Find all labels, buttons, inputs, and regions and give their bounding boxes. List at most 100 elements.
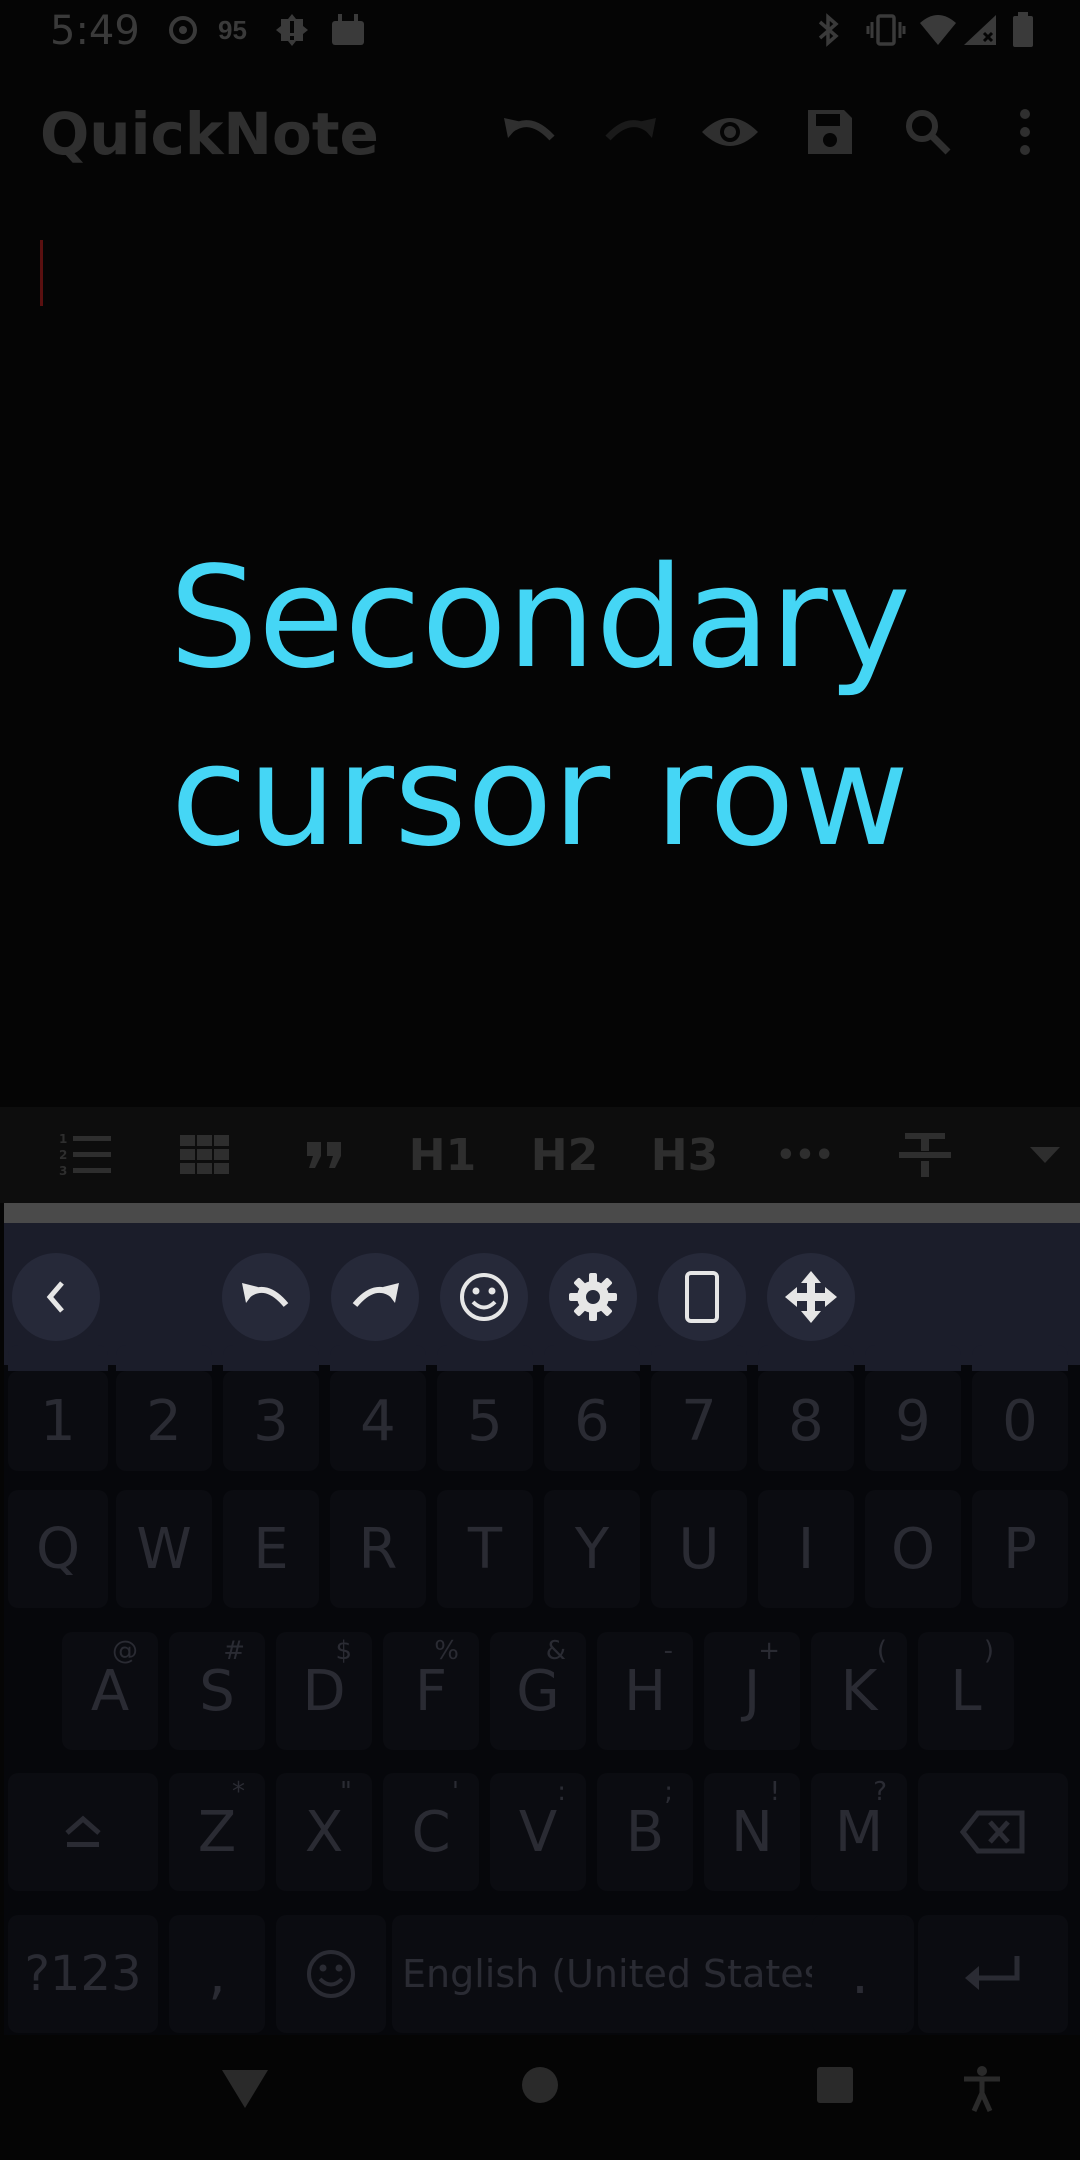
key-hint: # xyxy=(223,1636,245,1666)
key-x[interactable]: X " xyxy=(276,1773,372,1891)
key-c[interactable]: C ' xyxy=(383,1773,479,1891)
key-g[interactable]: G & xyxy=(490,1632,586,1750)
key-top-sliver xyxy=(437,1345,533,1371)
key-i[interactable]: I xyxy=(758,1490,854,1608)
key-w[interactable]: W xyxy=(116,1490,212,1608)
heading2-button[interactable]: H2 xyxy=(527,1107,602,1203)
key-p[interactable]: P xyxy=(972,1490,1068,1608)
key-hint: : xyxy=(557,1777,566,1807)
period-key[interactable]: . xyxy=(812,1915,908,2033)
key-q[interactable]: Q xyxy=(8,1490,108,1608)
notification-count: 95 xyxy=(218,14,247,45)
key-v[interactable]: V: xyxy=(490,1773,586,1891)
save-button[interactable] xyxy=(795,97,865,167)
heading1-button[interactable]: H1 xyxy=(405,1107,480,1203)
key-a[interactable]: A @ xyxy=(62,1632,158,1750)
redo-icon xyxy=(605,118,656,141)
more-formatting-button[interactable]: ••• xyxy=(765,1107,845,1203)
key-z[interactable]: Z * xyxy=(169,1773,265,1891)
collapse-toolbar-button[interactable] xyxy=(1020,1107,1070,1203)
key-f[interactable]: F% xyxy=(383,1632,479,1750)
key-y[interactable]: Y xyxy=(544,1490,640,1608)
strip-back-button[interactable] xyxy=(12,1253,100,1341)
numbered-list-button[interactable]: 1 2 3 xyxy=(50,1107,120,1203)
key-r[interactable]: R xyxy=(330,1490,426,1608)
key-top-sliver xyxy=(8,1345,108,1371)
app-notification-icon xyxy=(168,12,198,48)
keyboard-redo-button[interactable] xyxy=(331,1253,419,1341)
key-s[interactable]: S # xyxy=(169,1632,265,1750)
key-1[interactable]: 1 xyxy=(8,1371,108,1471)
keyboard-action-strip xyxy=(4,1223,1080,1365)
key-h[interactable]: H- xyxy=(597,1632,693,1750)
strikethrough-button[interactable] xyxy=(890,1107,960,1203)
key-m[interactable]: M? xyxy=(811,1773,907,1891)
move-arrows-icon xyxy=(785,1271,837,1323)
enter-key[interactable] xyxy=(918,1915,1068,2033)
app-title: QuickNote xyxy=(40,100,379,168)
key-hint: ? xyxy=(873,1777,887,1807)
move-keyboard-button[interactable] xyxy=(767,1253,855,1341)
accessibility-button[interactable] xyxy=(960,2065,1004,2113)
key-d[interactable]: D $ xyxy=(276,1632,372,1750)
one-handed-mode-button[interactable] xyxy=(658,1253,746,1341)
overflow-menu-button[interactable] xyxy=(990,97,1060,167)
more-vert-icon xyxy=(1020,109,1030,155)
key-7[interactable]: 7 xyxy=(651,1371,747,1471)
undo-button[interactable] xyxy=(495,97,565,167)
key-6[interactable]: 6 xyxy=(544,1371,640,1471)
nav-home-button[interactable] xyxy=(520,2065,560,2105)
key-u[interactable]: U xyxy=(651,1490,747,1608)
key-9[interactable]: 9 xyxy=(865,1371,961,1471)
emoji-icon xyxy=(460,1273,508,1321)
key-top-sliver xyxy=(330,1345,426,1371)
keyboard-settings-button[interactable] xyxy=(549,1253,637,1341)
key-hint: " xyxy=(340,1777,352,1807)
key-l[interactable]: L) xyxy=(918,1632,1014,1750)
key-e[interactable]: E xyxy=(223,1490,319,1608)
key-top-sliver xyxy=(972,1345,1068,1371)
shift-key[interactable] xyxy=(8,1773,158,1891)
preview-button[interactable] xyxy=(695,97,765,167)
key-3[interactable]: 3 xyxy=(223,1371,319,1471)
wifi-icon xyxy=(918,12,958,48)
key-2[interactable]: 2 xyxy=(116,1371,212,1471)
key-hint: ! xyxy=(769,1777,780,1807)
emoji-button[interactable] xyxy=(440,1253,528,1341)
bluetooth-icon xyxy=(810,12,846,48)
key-k[interactable]: K( xyxy=(811,1632,907,1750)
key-label: L xyxy=(950,1658,982,1724)
key-hint: ; xyxy=(664,1777,673,1807)
key-label: K xyxy=(840,1658,878,1724)
backspace-key[interactable] xyxy=(918,1773,1068,1891)
emoji-icon xyxy=(307,1950,355,1998)
key-0[interactable]: 0 xyxy=(972,1371,1068,1471)
keyboard-undo-button[interactable] xyxy=(222,1253,310,1341)
caption-line-2: cursor row xyxy=(170,715,910,878)
key-o[interactable]: O xyxy=(865,1490,961,1608)
nav-back-button[interactable] xyxy=(222,2065,268,2111)
redo-button[interactable] xyxy=(595,97,665,167)
quote-button[interactable] xyxy=(290,1107,360,1203)
key-5[interactable]: 5 xyxy=(437,1371,533,1471)
strikethrough-icon xyxy=(899,1133,951,1177)
nav-recents-button[interactable] xyxy=(815,2065,855,2105)
key-j[interactable]: J + xyxy=(704,1632,800,1750)
emoji-key[interactable] xyxy=(276,1915,386,2033)
symbols-key[interactable]: ?123 xyxy=(8,1915,158,2033)
table-button[interactable] xyxy=(170,1107,240,1203)
key-b[interactable]: B; xyxy=(597,1773,693,1891)
key-4[interactable]: 4 xyxy=(330,1371,426,1471)
key-hint: * xyxy=(232,1777,245,1807)
key-n[interactable]: N! xyxy=(704,1773,800,1891)
key-top-sliver xyxy=(544,1345,640,1371)
key-hint: $ xyxy=(335,1636,352,1666)
redo-icon xyxy=(352,1283,399,1307)
heading3-button[interactable]: H3 xyxy=(647,1107,722,1203)
key-t[interactable]: T xyxy=(437,1490,533,1608)
key-8[interactable]: 8 xyxy=(758,1371,854,1471)
search-button[interactable] xyxy=(893,97,963,167)
caption-line-1: Secondary xyxy=(169,537,911,700)
comma-key[interactable]: , xyxy=(169,1915,265,2033)
accessibility-icon xyxy=(964,2066,1000,2113)
